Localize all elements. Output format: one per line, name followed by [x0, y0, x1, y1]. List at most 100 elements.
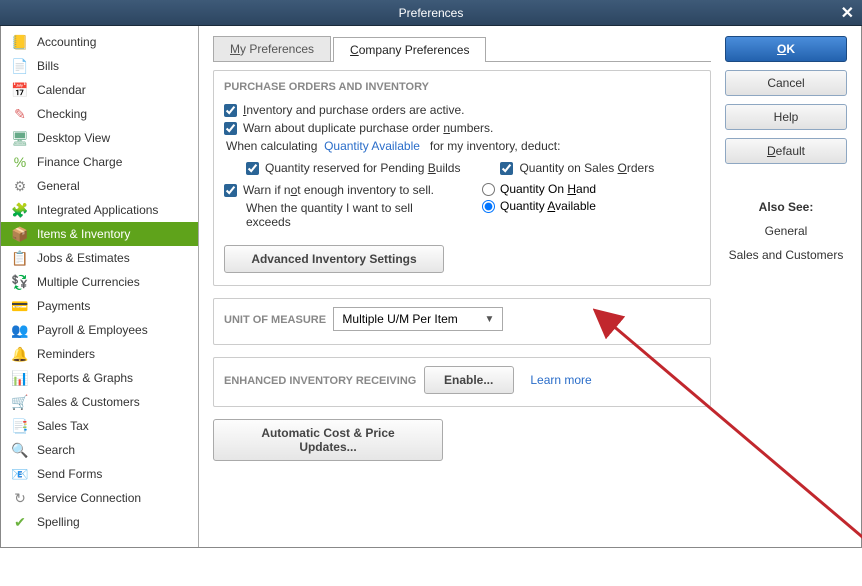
sidebar-item-label: Payments — [37, 299, 90, 313]
also-see-general-link[interactable]: General — [725, 224, 847, 238]
sidebar-item-label: Items & Inventory — [37, 227, 130, 241]
label-when-qty-exceeds: When the quantity I want to sell exceeds — [246, 201, 442, 229]
sidebar-item-jobs-estimates[interactable]: 📋Jobs & Estimates — [1, 246, 198, 270]
check-qty-sales-orders[interactable]: Quantity on Sales Orders — [500, 161, 654, 175]
sidebar-item-label: Service Connection — [37, 491, 141, 505]
sidebar-icon: 📒 — [9, 33, 31, 51]
unit-of-measure-group: UNIT OF MEASURE Multiple U/M Per Item ▼ — [213, 298, 711, 345]
sidebar-item-label: Spelling — [37, 515, 80, 529]
sidebar-item-items-inventory[interactable]: 📦 Items & Inventory — [1, 222, 198, 246]
checkbox-icon[interactable] — [246, 162, 259, 175]
sidebar-icon: 👥 — [9, 321, 31, 339]
sidebar-item-sales-customers[interactable]: 🛒Sales & Customers — [1, 390, 198, 414]
help-button[interactable]: Help — [725, 104, 847, 130]
sidebar-item-search[interactable]: 🔍Search — [1, 438, 198, 462]
close-icon[interactable]: ✕ — [841, 3, 854, 23]
sidebar-item-integrated-applications[interactable]: 🧩 Integrated Applications — [1, 198, 198, 222]
sidebar-icon: 🛒 — [9, 393, 31, 411]
sidebar-item-checking[interactable]: ✎ Checking — [1, 102, 198, 126]
checkbox-icon[interactable] — [224, 122, 237, 135]
sidebar-item-label: Multiple Currencies — [37, 275, 140, 289]
sidebar-item-finance-charge[interactable]: % Finance Charge — [1, 150, 198, 174]
sidebar-icon: 💱 — [9, 273, 31, 291]
sidebar-item-label: Reminders — [37, 347, 95, 361]
radio-icon[interactable] — [482, 183, 495, 196]
sidebar-item-multiple-currencies[interactable]: 💱 Multiple Currencies — [1, 270, 198, 294]
checkbox-icon[interactable] — [500, 162, 513, 175]
group-title: ENHANCED INVENTORY RECEIVING — [220, 375, 420, 387]
sidebar-item-payments[interactable]: 💳 Payments — [1, 294, 198, 318]
sidebar-item-bills[interactable]: 📄 Bills — [1, 54, 198, 78]
group-title: UNIT OF MEASURE — [220, 314, 330, 326]
sidebar-icon: ↻ — [9, 489, 31, 507]
sidebar-icon: 📑 — [9, 417, 31, 435]
sidebar-icon: ✔ — [9, 513, 31, 531]
sidebar-item-label: Checking — [37, 107, 87, 121]
sidebar-icon: 📄 — [9, 57, 31, 75]
chevron-down-icon: ▼ — [485, 314, 495, 325]
sidebar-item-label: General — [37, 179, 80, 193]
sidebar-item-label: Finance Charge — [37, 155, 122, 169]
sidebar-item-accounting[interactable]: 📒 Accounting — [1, 30, 198, 54]
sidebar-item-reminders[interactable]: 🔔Reminders — [1, 342, 198, 366]
radio-qty-on-hand[interactable]: Quantity On Hand — [482, 182, 700, 196]
sidebar-icon: 💳 — [9, 297, 31, 315]
enable-eir-button[interactable]: Enable... — [424, 366, 514, 394]
sidebar-item-service-connection[interactable]: ↻ Service Connection — [1, 486, 198, 510]
sidebar-item-send-forms[interactable]: 📧 Send Forms — [1, 462, 198, 486]
sidebar-item-label: Accounting — [37, 35, 96, 49]
uom-select[interactable]: Multiple U/M Per Item ▼ — [333, 307, 503, 331]
sidebar-item-calendar[interactable]: 📅 Calendar — [1, 78, 198, 102]
sidebar-icon: ⚙ — [9, 177, 31, 195]
sidebar-icon: 📧 — [9, 465, 31, 483]
enhanced-inventory-group: ENHANCED INVENTORY RECEIVING Enable... L… — [213, 357, 711, 407]
sidebar-item-label: Sales Tax — [37, 419, 89, 433]
tab-company-preferences[interactable]: Company Preferences — [333, 37, 486, 62]
quantity-available-link[interactable]: Quantity Available — [324, 139, 420, 153]
sidebar-item-label: Send Forms — [37, 467, 102, 481]
sidebar-item-reports-graphs[interactable]: 📊 Reports & Graphs — [1, 366, 198, 390]
sidebar-item-general[interactable]: ⚙ General — [1, 174, 198, 198]
preferences-sidebar: 📒 Accounting 📄 Bills 📅 Calendar ✎ Checking 🖥 Desk… — [1, 26, 199, 547]
right-panel: OK Cancel Help Default Also See: General… — [725, 36, 847, 537]
sidebar-icon: 📊 — [9, 369, 31, 387]
sidebar-item-desktop-view[interactable]: 🖥 Desktop View — [1, 126, 198, 150]
when-calc-pre: When calculating — [226, 139, 317, 153]
sidebar-item-label: Desktop View — [37, 131, 110, 145]
sidebar-icon: 📅 — [9, 81, 31, 99]
sidebar-item-label: Calendar — [37, 83, 86, 97]
check-warn-not-enough[interactable]: Warn if not enough inventory to sell. — [224, 183, 442, 197]
ok-button[interactable]: OK — [725, 36, 847, 62]
sidebar-icon: 📦 — [9, 225, 31, 243]
cancel-button[interactable]: Cancel — [725, 70, 847, 96]
sidebar-item-label: Reports & Graphs — [37, 371, 133, 385]
purchase-orders-group: PURCHASE ORDERS AND INVENTORY Inventory … — [213, 70, 711, 286]
sidebar-item-label: Integrated Applications — [37, 203, 158, 217]
group-title: PURCHASE ORDERS AND INVENTORY — [220, 81, 433, 93]
select-value: Multiple U/M Per Item — [342, 312, 457, 326]
sidebar-item-spelling[interactable]: ✔ Spelling — [1, 510, 198, 534]
sidebar-icon: 🧩 — [9, 201, 31, 219]
sidebar-item-label: Payroll & Employees — [37, 323, 148, 337]
radio-icon[interactable] — [482, 200, 495, 213]
advanced-inventory-button[interactable]: Advanced Inventory Settings — [224, 245, 444, 273]
auto-cost-price-button[interactable]: Automatic Cost & Price Updates... — [213, 419, 443, 461]
tab-my-preferences[interactable]: My Preferences — [213, 36, 331, 61]
sidebar-item-label: Bills — [37, 59, 59, 73]
learn-more-link[interactable]: Learn more — [530, 373, 591, 387]
sidebar-icon: 🖥 — [9, 129, 31, 147]
checkbox-icon[interactable] — [224, 104, 237, 117]
check-warn-dup-po[interactable]: Warn about duplicate purchase order numb… — [224, 121, 700, 135]
checkbox-icon[interactable] — [224, 184, 237, 197]
radio-qty-available[interactable]: Quantity Available — [482, 199, 700, 213]
sidebar-item-sales-tax[interactable]: 📑 Sales Tax — [1, 414, 198, 438]
sidebar-icon: % — [9, 153, 31, 171]
sidebar-item-payroll-employees[interactable]: 👥 Payroll & Employees — [1, 318, 198, 342]
sidebar-icon: ✎ — [9, 105, 31, 123]
also-see-sales-link[interactable]: Sales and Customers — [725, 248, 847, 262]
check-qty-reserved[interactable]: Quantity reserved for Pending Builds — [246, 161, 460, 175]
check-inventory-active[interactable]: Inventory and purchase orders are active… — [224, 103, 700, 117]
window-title: Preferences — [399, 6, 464, 20]
also-see-title: Also See: — [725, 200, 847, 214]
default-button[interactable]: Default — [725, 138, 847, 164]
